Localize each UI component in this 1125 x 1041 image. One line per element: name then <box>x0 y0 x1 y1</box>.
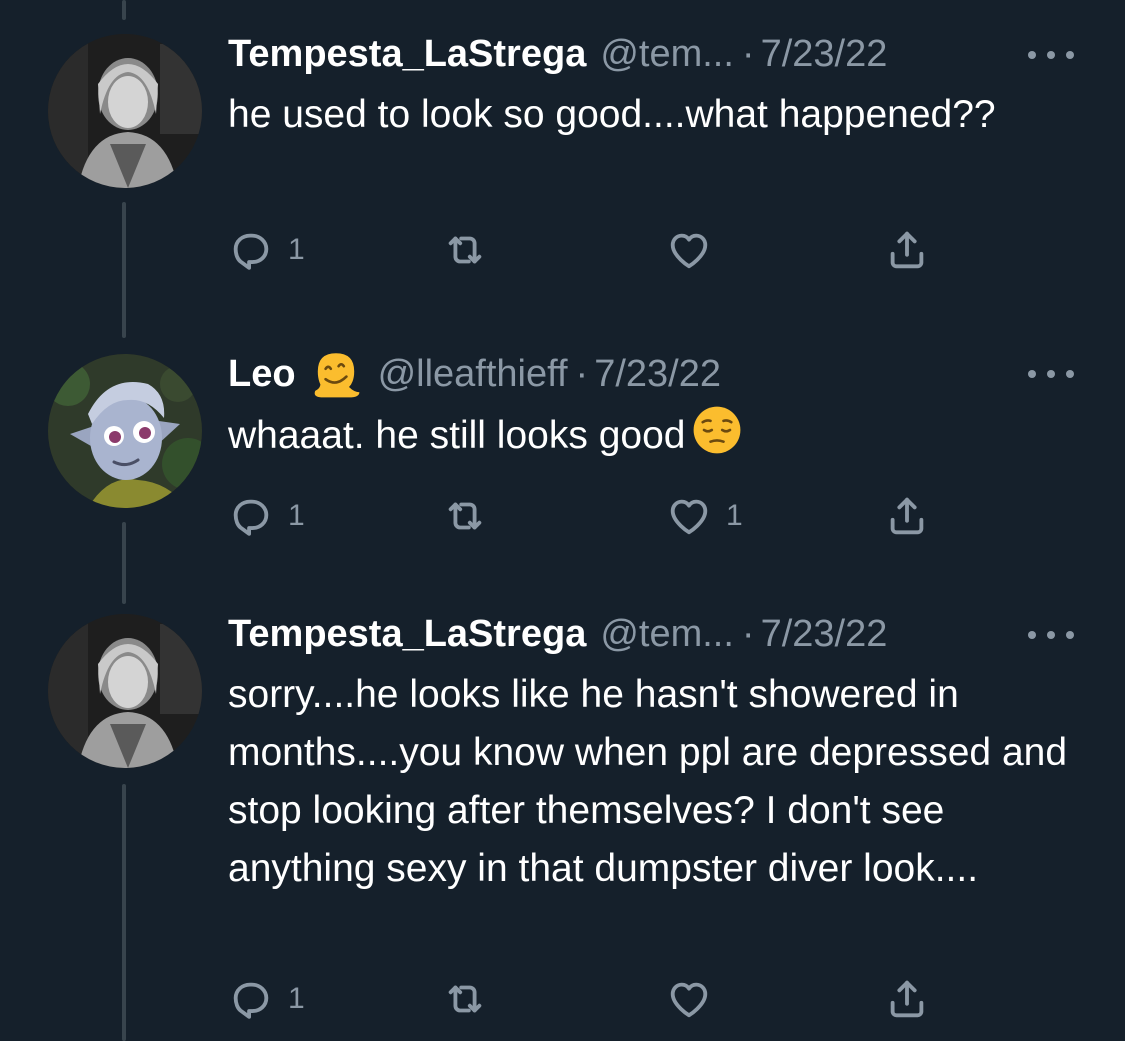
reply-icon <box>233 233 269 270</box>
reply-count: 1 <box>288 982 305 1015</box>
share-button[interactable] <box>884 226 930 274</box>
user-handle[interactable]: @tem... <box>600 29 734 79</box>
user-handle[interactable]: @lleafthieff <box>378 349 568 399</box>
more-dot <box>1028 370 1036 378</box>
pensive-face-icon <box>694 406 741 454</box>
avatar[interactable] <box>48 354 202 508</box>
tweet-text: whaaat. he still looks good <box>228 404 1068 465</box>
more-dot <box>1047 631 1055 639</box>
retweet-icon <box>448 502 482 530</box>
heart-icon <box>670 982 708 1018</box>
tweet-header: Tempesta_LaStrega @tem... · 7/23/22 <box>228 29 887 79</box>
heart-icon <box>670 233 708 269</box>
user-handle[interactable]: @tem... <box>600 609 734 659</box>
more-dot <box>1028 51 1036 59</box>
tweet-text-content: he used to look so good....what happened… <box>228 93 996 136</box>
retweet-button[interactable] <box>442 975 488 1023</box>
display-name[interactable]: Leo <box>228 349 296 399</box>
avatar-cartoon-icon <box>48 354 202 508</box>
separator-dot: · <box>741 33 755 75</box>
avatar-photo-icon <box>48 34 202 188</box>
tweet[interactable]: Tempesta_LaStrega @tem... · 7/23/22 sorr… <box>0 600 1125 1041</box>
reply-button[interactable]: 1 <box>228 492 305 540</box>
more-dot <box>1066 631 1074 639</box>
share-icon <box>890 497 924 535</box>
more-options-button[interactable] <box>1028 364 1074 384</box>
tweet-header: Leo @lleafthieff · 7/23/22 <box>228 349 721 399</box>
avatar[interactable] <box>48 614 202 768</box>
melting-face-icon <box>314 353 359 398</box>
like-button[interactable] <box>666 226 726 274</box>
more-dot <box>1028 631 1036 639</box>
share-icon <box>890 231 924 269</box>
more-options-button[interactable] <box>1028 45 1074 65</box>
separator-dot: · <box>741 613 755 655</box>
like-button[interactable] <box>666 975 726 1023</box>
reply-icon <box>233 982 269 1019</box>
reply-thread: Tempesta_LaStrega @tem... · 7/23/22 he u… <box>0 0 1125 1041</box>
retweet-button[interactable] <box>442 492 488 540</box>
tweet-actions: 1 1 <box>228 492 948 540</box>
display-name[interactable]: Tempesta_LaStrega <box>228 609 586 659</box>
tweet[interactable]: Leo @lleafthieff · 7/23/22 whaaat. he st… <box>0 340 1125 560</box>
reply-icon <box>233 499 269 536</box>
tweet-date[interactable]: 7/23/22 <box>761 29 888 79</box>
tweet-text-content: whaaat. he still looks good <box>228 414 686 457</box>
like-button[interactable]: 1 <box>666 492 743 540</box>
more-dot <box>1066 51 1074 59</box>
tweet-header: Tempesta_LaStrega @tem... · 7/23/22 <box>228 609 887 659</box>
tweet-text: he used to look so good....what happened… <box>228 86 1068 144</box>
reply-count: 1 <box>288 233 305 266</box>
tweet-date[interactable]: 7/23/22 <box>594 349 721 399</box>
separator-dot: · <box>575 353 589 395</box>
avatar-photo-icon <box>48 614 202 768</box>
more-dot <box>1047 51 1055 59</box>
tweet[interactable]: Tempesta_LaStrega @tem... · 7/23/22 he u… <box>0 0 1125 300</box>
retweet-icon <box>448 985 482 1013</box>
tweet-actions: 1 <box>228 975 948 1023</box>
tweet-text-content: sorry....he looks like he hasn't showere… <box>228 673 1078 890</box>
retweet-button[interactable] <box>442 226 488 274</box>
reply-button[interactable]: 1 <box>228 975 305 1023</box>
like-count: 1 <box>726 499 743 532</box>
heart-icon <box>670 499 708 535</box>
share-button[interactable] <box>884 492 930 540</box>
tweet-actions: 1 <box>228 226 948 274</box>
display-name[interactable]: Tempesta_LaStrega <box>228 29 586 79</box>
share-icon <box>890 980 924 1018</box>
more-dot <box>1066 370 1074 378</box>
more-dot <box>1047 370 1055 378</box>
reply-count: 1 <box>288 499 305 532</box>
share-button[interactable] <box>884 975 930 1023</box>
retweet-icon <box>448 236 482 264</box>
tweet-text: sorry....he looks like he hasn't showere… <box>228 666 1068 898</box>
avatar[interactable] <box>48 34 202 188</box>
more-options-button[interactable] <box>1028 625 1074 645</box>
reply-button[interactable]: 1 <box>228 226 305 274</box>
tweet-date[interactable]: 7/23/22 <box>761 609 888 659</box>
